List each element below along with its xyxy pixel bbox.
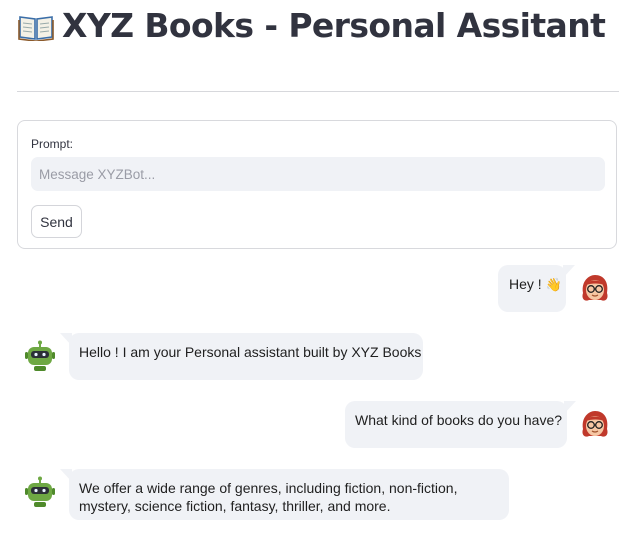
page-header: XYZ Books - Personal Assitant xyxy=(18,6,606,45)
robot-avatar-icon xyxy=(25,476,55,507)
message-text: Hello ! I am your Personal assistant bui… xyxy=(79,344,422,360)
prompt-form: Prompt: Send xyxy=(17,120,617,249)
send-button[interactable]: Send xyxy=(31,205,82,238)
bot-message-bubble: We offer a wide range of genres, includi… xyxy=(60,469,509,520)
header-divider xyxy=(17,91,619,92)
user-avatar-icon xyxy=(582,411,608,437)
robot-avatar-icon xyxy=(25,340,55,371)
user-avatar-icon xyxy=(582,275,608,301)
prompt-input[interactable] xyxy=(31,157,605,191)
user-message-bubble: What kind of books do you have? xyxy=(345,401,576,448)
user-message-bubble: Hey ! 👋 xyxy=(498,265,575,312)
message-text-line: We offer a wide range of genres, includi… xyxy=(79,480,458,496)
open-book-icon xyxy=(18,15,54,41)
message-text-line: mystery, science fiction, fantasy, thril… xyxy=(79,498,391,514)
page-title: XYZ Books - Personal Assitant xyxy=(62,6,606,45)
prompt-label: Prompt: xyxy=(31,137,74,151)
message-text: What kind of books do you have? xyxy=(355,412,563,428)
bot-message-bubble: Hello ! I am your Personal assistant bui… xyxy=(60,333,423,380)
message-text: Hey ! xyxy=(509,276,542,292)
waving-hand-icon: 👋 xyxy=(545,277,562,292)
